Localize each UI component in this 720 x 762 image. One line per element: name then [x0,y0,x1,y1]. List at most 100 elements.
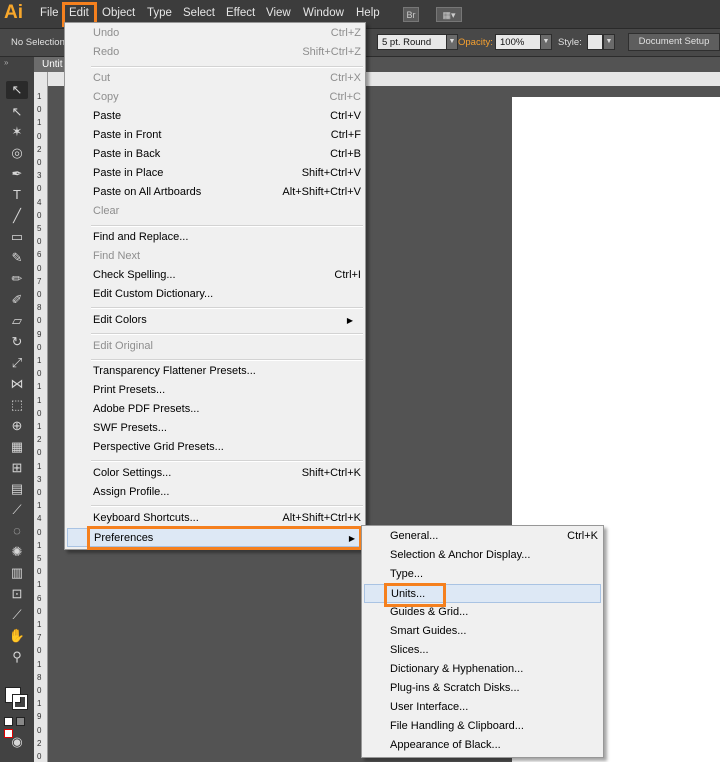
menu-item-smart-guides[interactable]: Smart Guides... [390,622,598,641]
ruler-label: 3 [37,474,42,484]
opacity-dropdown-arrow[interactable]: ▼ [540,34,552,50]
menu-item-adobe-pdf-presets[interactable]: Adobe PDF Presets... [93,400,361,419]
panel-collapse-icon[interactable]: » [4,58,8,67]
menu-item-user-interface[interactable]: User Interface... [390,698,598,717]
menu-effect[interactable]: Effect [226,7,255,19]
menu-item-selection-anchor-display[interactable]: Selection & Anchor Display... [390,546,598,565]
symbol-sprayer-tool-icon[interactable]: ✺ [6,543,28,561]
rotate-tool-icon[interactable]: ↻ [6,333,28,351]
magic-wand-tool-icon[interactable]: ✶ [6,123,28,141]
menu-item-slices[interactable]: Slices... [390,641,598,660]
menu-item-perspective-grid-presets[interactable]: Perspective Grid Presets... [93,438,361,457]
pencil-tool-icon[interactable]: ✏ [6,270,28,288]
workspace-arrange-button[interactable]: ▦▾ [436,7,462,22]
paintbrush-tool-icon[interactable]: ✎ [6,249,28,267]
shape-builder-tool-icon[interactable]: ⊕ [6,417,28,435]
ruler-label: 0 [37,408,42,418]
opacity-label[interactable]: Opacity: [458,37,493,48]
menu-item-redo[interactable]: Redo Shift+Ctrl+Z [93,43,361,62]
menu-object[interactable]: Object [102,7,135,19]
type-tool-icon[interactable]: T [6,186,28,204]
menu-item-cut[interactable]: Cut Ctrl+X [93,69,361,88]
brush-dropdown-arrow[interactable]: ▼ [446,34,458,50]
ruler-label: 0 [37,752,42,761]
menu-file[interactable]: File [40,7,59,19]
submenu-arrow-icon: ▶ [346,316,353,325]
menu-item-file-handling-clipboard[interactable]: File Handling & Clipboard... [390,717,598,736]
pen-tool-icon[interactable]: ✒ [6,165,28,183]
menu-item-check-spelling[interactable]: Check Spelling... Ctrl+I [93,266,361,285]
eyedropper-tool-icon[interactable]: ⟋ [6,501,28,519]
column-graph-tool-icon[interactable]: ▥ [6,564,28,582]
width-tool-icon[interactable]: ⋈ [6,375,28,393]
menu-item-find-next[interactable]: Find Next [93,247,361,266]
eraser-tool-icon[interactable]: ▱ [6,312,28,330]
brush-definition-field[interactable]: 5 pt. Round [377,34,447,50]
menu-item-assign-profile[interactable]: Assign Profile... [93,483,361,502]
ruler-label: 1 [37,540,42,550]
menu-item-paste-in-front[interactable]: Paste in Front Ctrl+F [93,126,361,145]
vertical-ruler[interactable]: 1 0 1 0 2 0 3 0 4 0 5 0 6 0 7 0 8 0 9 0 1 0 1 1 0 1 2 0 1 3 0 1 4 0 1 5 0 1 6 0… [34,72,48,762]
menu-item-edit-custom-dictionary[interactable]: Edit Custom Dictionary... [93,285,361,304]
opacity-field[interactable]: 100% [495,34,541,50]
menu-item-edit-original[interactable]: Edit Original [93,337,361,356]
artboard-tool-icon[interactable]: ⊡ [6,585,28,603]
menu-item-transparency-flattener-presets[interactable]: Transparency Flattener Presets... [93,362,361,381]
menu-item-undo[interactable]: Undo Ctrl+Z [93,24,361,43]
color-mode-buttons[interactable] [4,717,30,738]
menu-view[interactable]: View [266,7,291,19]
gradient-tool-icon[interactable]: ▤ [6,480,28,498]
menu-item-general[interactable]: General... Ctrl+K [390,527,598,546]
menu-item-paste-on-all-artboards[interactable]: Paste on All Artboards Alt+Shift+Ctrl+V [93,183,361,202]
menu-item-find-and-replace[interactable]: Find and Replace... [93,228,361,247]
menu-item-type-prefs[interactable]: Type... [390,565,598,584]
menu-item-appearance-of-black[interactable]: Appearance of Black... [390,736,598,755]
menu-item-clear[interactable]: Clear [93,202,361,221]
stroke-color-swatch[interactable] [12,694,28,710]
ruler-label: 4 [37,514,42,524]
menu-item-paste-in-place[interactable]: Paste in Place Shift+Ctrl+V [93,164,361,183]
menu-item-color-settings[interactable]: Color Settings... Shift+Ctrl+K [93,464,361,483]
blend-tool-icon[interactable]: ◌ [6,522,28,540]
style-swatch[interactable] [587,34,603,50]
menu-item-swf-presets[interactable]: SWF Presets... [93,419,361,438]
scale-tool-icon[interactable]: ⤢ [6,354,28,372]
slice-tool-icon[interactable]: ⟋ [6,606,28,624]
menu-item-dictionary-hyphenation[interactable]: Dictionary & Hyphenation... [390,660,598,679]
perspective-grid-tool-icon[interactable]: ▦ [6,438,28,456]
lasso-tool-icon[interactable]: ◎ [6,144,28,162]
menu-item-plugins-scratch-disks[interactable]: Plug-ins & Scratch Disks... [390,679,598,698]
rectangle-tool-icon[interactable]: ▭ [6,228,28,246]
selection-tool-icon[interactable]: ↖ [6,81,28,99]
menu-item-paste-in-back[interactable]: Paste in Back Ctrl+B [93,145,361,164]
ruler-label: 0 [37,369,42,379]
menu-item-edit-colors[interactable]: Edit Colors ▶ [93,311,361,330]
ruler-label: 1 [37,395,42,405]
ruler-label: 0 [37,316,42,326]
style-dropdown-arrow[interactable]: ▼ [603,34,615,50]
free-transform-tool-icon[interactable]: ⬚ [6,396,28,414]
drawing-mode-icon[interactable]: ◉ [6,733,28,751]
blob-brush-tool-icon[interactable]: ✐ [6,291,28,309]
ruler-label: 0 [37,488,42,497]
menu-separator [91,505,363,507]
menu-type[interactable]: Type [147,7,172,19]
menu-help[interactable]: Help [356,7,380,19]
ruler-label: 0 [37,237,42,247]
menu-item-print-presets[interactable]: Print Presets... [93,381,361,400]
line-tool-icon[interactable]: ╱ [6,207,28,225]
menu-separator [91,359,363,361]
hand-tool-icon[interactable]: ✋ [6,627,28,645]
direct-selection-tool-icon[interactable]: ↖ [6,103,28,121]
zoom-tool-icon[interactable]: ⚲ [6,648,28,666]
mesh-tool-icon[interactable]: ⊞ [6,459,28,477]
style-label: Style: [558,37,582,48]
bridge-button[interactable]: Br [403,7,419,22]
menu-select[interactable]: Select [183,7,215,19]
document-setup-button[interactable]: Document Setup [628,33,720,51]
menu-item-copy[interactable]: Copy Ctrl+C [93,88,361,107]
ruler-label: 0 [37,158,42,167]
menu-item-paste[interactable]: Paste Ctrl+V [93,107,361,126]
ruler-label: 1 [37,356,42,365]
menu-window[interactable]: Window [303,7,344,19]
